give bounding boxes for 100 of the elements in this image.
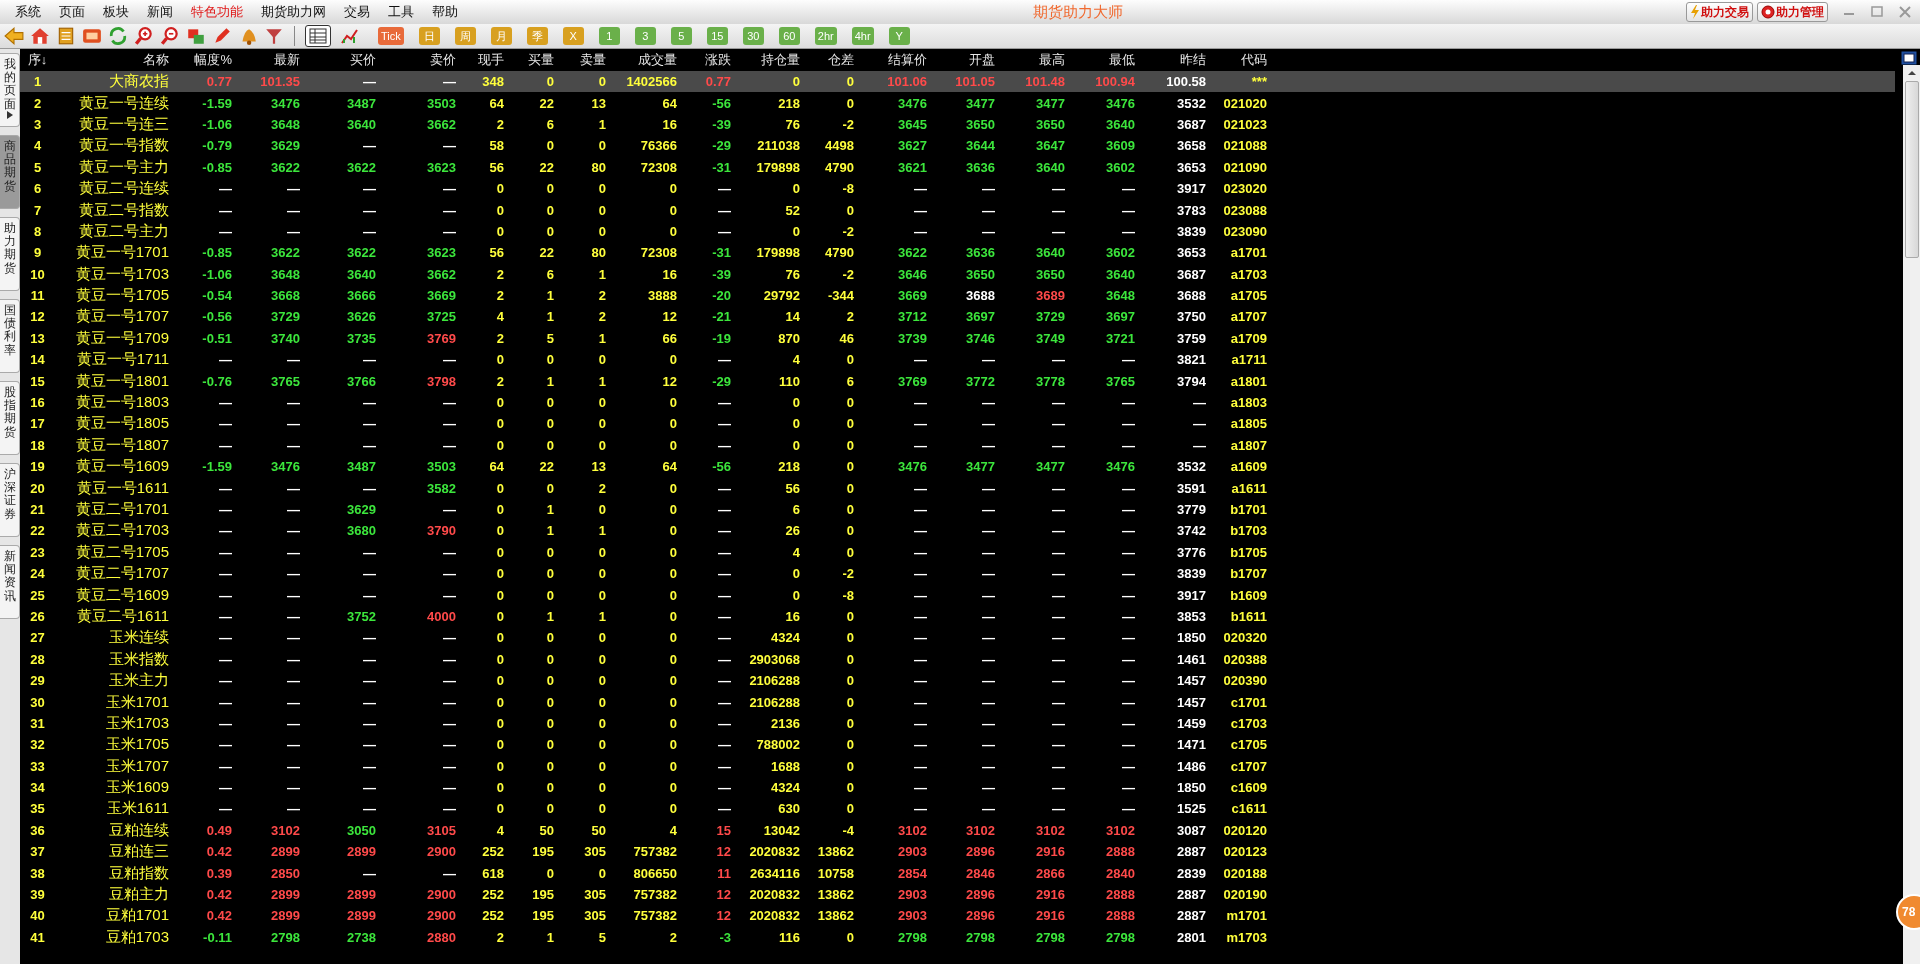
column-header[interactable]: 代码: [1210, 51, 1271, 69]
table-row[interactable]: 33 玉米1707 — — — — 0 0 0 0 — 1688 0 — — — — 1486 c1707: [20, 755, 1895, 777]
table-row[interactable]: 8 黄豆二号主力 — — — — 0 0 0 0 — 0 -2 — — — — 3839 023090: [20, 220, 1895, 243]
column-header[interactable]: 卖价: [380, 51, 460, 69]
table-row[interactable]: 40 豆粕1701 0.42 2899 2899 2900 252 195 305 757382 12 2020832 13862 2903 2896 2916 2888 2887 m1701: [20, 905, 1895, 927]
table-row[interactable]: 3 黄豆一号连三 -1.06 3648 3640 3662 2 6 1 16 -39 76 -2 3645 3650 3650 3640 3687 021023: [20, 113, 1895, 136]
table-row[interactable]: 16 黄豆一号1803 — — — — 0 0 0 0 — 0 0 — — — — — a1803: [20, 391, 1895, 414]
close-icon[interactable]: [1898, 5, 1912, 19]
table-row[interactable]: 30 玉米1701 — — — — 0 0 0 0 — 2106288 0 — — — — 1457 c1701: [20, 691, 1895, 713]
table-row[interactable]: 17 黄豆一号1805 — — — — 0 0 0 0 — 0 0 — — — — — a1805: [20, 413, 1895, 435]
column-header[interactable]: 现手: [460, 51, 508, 69]
notebook-icon[interactable]: [56, 26, 76, 46]
column-header[interactable]: 持仓量: [735, 51, 804, 69]
zoom-out-icon[interactable]: [160, 26, 180, 46]
column-header[interactable]: 最高: [999, 51, 1069, 69]
scroll-up-icon[interactable]: [1906, 69, 1917, 77]
table-row[interactable]: 29 玉米主力 — — — — 0 0 0 0 — 2106288 0 — — — — 1457 020390: [20, 669, 1895, 692]
table-row[interactable]: 4 黄豆一号指数 -0.79 3629 — — 58 0 0 76366 -29 211038 4498 3627 3644 3647 3609 3658 021088: [20, 135, 1895, 157]
table-row[interactable]: 36 豆粕连续 0.49 3102 3050 3105 4 50 50 4 15 13042 -4 3102 3102 3102 3102 3087 020120: [20, 819, 1895, 842]
table-row[interactable]: 25 黄豆二号1609 — — — — 0 0 0 0 — 0 -8 — — — — 3917 b1609: [20, 584, 1895, 606]
table-cell-text: —: [981, 395, 996, 411]
table-cell-text: 22: [538, 159, 555, 175]
header-button[interactable]: 助力交易: [1686, 2, 1753, 22]
table-row[interactable]: 31 玉米1703 — — — — 0 0 0 0 — 2136 0 — — — — 1459 c1703: [20, 712, 1895, 735]
column-header[interactable]: 涨跌: [681, 51, 735, 69]
table-cell-text: 6: [845, 373, 855, 389]
document-icon[interactable]: [82, 26, 102, 46]
side-tab[interactable]: 股指期货: [0, 381, 20, 455]
column-header[interactable]: 幅度%: [173, 51, 236, 69]
table-row[interactable]: 15 黄豆一号1801 -0.76 3765 3766 3798 2 1 1 12 -29 110 6 3769 3772 3778 3765 3794 a1801: [20, 370, 1895, 392]
table-row[interactable]: 18 黄豆一号1807 — — — — 0 0 0 0 — 0 0 — — — — — a1807: [20, 434, 1895, 457]
table-row[interactable]: 9 黄豆一号1701 -0.85 3622 3622 3623 56 22 80 72308 -31 179898 4790 3622 3636 3640 3602 3653 a1701: [20, 242, 1895, 264]
table-row[interactable]: 22 黄豆二号1703 — — 3680 3790 0 1 1 0 — 26 0 — — — — 3742 b1703: [20, 520, 1895, 542]
menu-item[interactable]: 特色功能: [182, 3, 252, 21]
side-tab[interactable]: 沪深证券: [0, 463, 20, 537]
table-row[interactable]: 37 豆粕连三 0.42 2899 2899 2900 252 195 305 757382 12 2020832 13862 2903 2896 2916 2888 2887 020123: [20, 841, 1895, 863]
table-cell-text: 3778: [1035, 373, 1066, 389]
table-row[interactable]: 41 豆粕1703 -0.11 2798 2738 2880 2 1 5 2 -3 116 0 2798 2798 2798 2798 2801 m1703: [20, 926, 1895, 948]
table-cell-text: 0: [495, 780, 505, 796]
scroll-thumb[interactable]: [1904, 81, 1919, 258]
table-row[interactable]: 24 黄豆二号1707 — — — — 0 0 0 0 — 0 -2 — — — — 3839 b1707: [20, 563, 1895, 585]
table-row[interactable]: 7 黄豆二号指数 — — — — 0 0 0 0 — 52 0 — — — — 3783 023088: [20, 199, 1895, 221]
table-row[interactable]: 13 黄豆一号1709 -0.51 3740 3735 3769 2 5 1 66 -19 870 46 3739 3746 3749 3721 3759 a1709: [20, 327, 1895, 350]
header-button[interactable]: 助力管理: [1757, 2, 1828, 22]
table-row[interactable]: 21 黄豆二号1701 — — 3629 — 0 1 0 0 — 6 0 — — — — 3779 b1701: [20, 498, 1895, 521]
column-header[interactable]: 成交量: [610, 51, 681, 69]
column-header[interactable]: 序↓: [20, 51, 55, 69]
column-header[interactable]: 昨结: [1139, 51, 1210, 69]
column-header[interactable]: 最低: [1069, 51, 1139, 69]
side-tab[interactable]: 商品期货: [0, 135, 20, 209]
table-row[interactable]: 19 黄豆一号1609 -1.59 3476 3487 3503 64 22 13 64 -56 218 0 3476 3477 3477 3476 3532 a1609: [20, 456, 1895, 478]
refresh-icon[interactable]: [108, 26, 128, 46]
scrollbar[interactable]: [1903, 65, 1920, 964]
table-row[interactable]: 23 黄豆二号1705 — — — — 0 0 0 0 — 4 0 — — — — 3776 b1705: [20, 541, 1895, 563]
table-row[interactable]: 32 玉米1705 — — — — 0 0 0 0 — 788002 0 — — — — 1471 c1705: [20, 734, 1895, 756]
table-row[interactable]: 14 黄豆一号1711 — — — — 0 0 0 0 — 4 0 — — — — 3821 a1711: [20, 349, 1895, 371]
table-row[interactable]: 28 玉米指数 — — — — 0 0 0 0 — 2903068 0 — — — — 1461 020388: [20, 648, 1895, 670]
column-header[interactable]: 卖量: [558, 51, 610, 69]
column-header[interactable]: 名称: [55, 51, 173, 69]
zoom-in-icon[interactable]: [134, 26, 154, 46]
table-view-button[interactable]: [305, 25, 331, 47]
pen-icon[interactable]: [212, 26, 232, 46]
column-header[interactable]: 开盘: [931, 51, 999, 69]
menu-item[interactable]: 交易: [335, 3, 379, 21]
column-header[interactable]: 最新: [236, 51, 304, 69]
column-header[interactable]: 买量: [508, 51, 558, 69]
menu-item[interactable]: 工具: [379, 3, 423, 21]
home-icon[interactable]: [30, 26, 50, 46]
table-row[interactable]: 27 玉米连续 — — — — 0 0 0 0 — 4324 0 — — — — 1850 020320: [20, 627, 1895, 649]
menu-item[interactable]: 页面: [50, 3, 94, 21]
table-row[interactable]: 12 黄豆一号1707 -0.56 3729 3626 3725 4 1 2 12 -21 14 2 3712 3697 3729 3697 3750 a1707: [20, 306, 1895, 328]
side-tab[interactable]: 我的页面: [0, 53, 20, 127]
menu-item[interactable]: 帮助: [423, 3, 467, 21]
windows-icon[interactable]: [186, 26, 206, 46]
table-row[interactable]: 2 黄豆一号连续 -1.59 3476 3487 3503 64 22 13 64 -56 218 0 3476 3477 3477 3476 3532 021020: [20, 92, 1895, 114]
table-row[interactable]: 20 黄豆一号1611 — — — 3582 0 0 2 0 — 56 0 — — — — 3591 a1611: [20, 477, 1895, 499]
side-tab[interactable]: 国债利率: [0, 299, 20, 373]
menu-item[interactable]: 系统: [6, 3, 50, 21]
back-arrow-icon[interactable]: [4, 26, 24, 46]
table-row[interactable]: 1 大商农指 0.77 101.35 — — 348 0 0 1402566 0.77 0 0 101.06 101.05 101.48 100.94 100.58 ***: [20, 71, 1895, 93]
table-row[interactable]: 38 豆粕指数 0.39 2850 — — 618 0 0 806650 11 2634116 10758 2854 2846 2866 2840 2839 020188: [20, 862, 1895, 884]
table-row[interactable]: 26 黄豆二号1611 — — 3752 4000 0 1 1 0 — 16 0 — — — — 3853 b1611: [20, 605, 1895, 628]
table-cell-text: —: [286, 480, 301, 496]
column-header[interactable]: 结算价: [858, 51, 931, 69]
table-row[interactable]: 11 黄豆一号1705 -0.54 3668 3666 3669 2 1 2 3888 -20 29792 -344 3669 3688 3689 3648 3688 a1705: [20, 284, 1895, 307]
table-row[interactable]: 5 黄豆一号主力 -0.85 3622 3622 3623 56 22 80 72308 -31 179898 4790 3621 3636 3640 3602 3653 021090: [20, 156, 1895, 178]
side-tab[interactable]: 新闻资讯: [0, 545, 20, 619]
table-row[interactable]: 10 黄豆一号1703 -1.06 3648 3640 3662 2 6 1 16 -39 76 -2 3646 3650 3650 3640 3687 a1703: [20, 263, 1895, 285]
menu-item[interactable]: 新闻: [138, 3, 182, 21]
window-icon[interactable]: [1901, 51, 1917, 65]
table-row[interactable]: 34 玉米1609 — — — — 0 0 0 0 — 4324 0 — — — — 1850 c1609: [20, 776, 1895, 799]
menu-item[interactable]: 板块: [94, 3, 138, 21]
menu-item[interactable]: 期货助力网: [252, 3, 335, 21]
column-header[interactable]: 买价: [304, 51, 380, 69]
side-tab[interactable]: 助力期货: [0, 217, 20, 291]
table-row[interactable]: 35 玉米1611 — — — — 0 0 0 0 — 630 0 — — — — 1525 c1611: [20, 798, 1895, 820]
table-row[interactable]: 6 黄豆二号连续 — — — — 0 0 0 0 — 0 -8 — — — — 3917 023020: [20, 177, 1895, 200]
filter-icon[interactable]: [264, 26, 284, 46]
column-header[interactable]: 仓差: [804, 51, 858, 69]
table-row[interactable]: 39 豆粕主力 0.42 2899 2899 2900 252 195 305 757382 12 2020832 13862 2903 2896 2916 2888 2887 020190: [20, 883, 1895, 906]
